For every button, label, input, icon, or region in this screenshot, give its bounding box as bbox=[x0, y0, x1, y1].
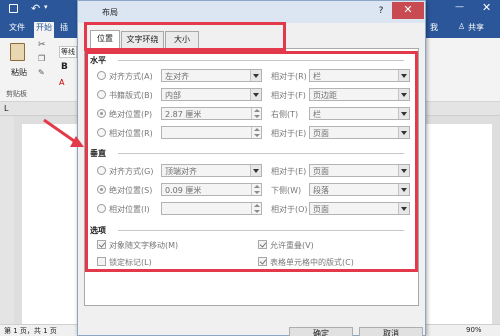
horizontal-separator bbox=[118, 60, 404, 61]
allow-overlap-label: 允许重叠(V) bbox=[270, 241, 314, 250]
v-absolute-radio[interactable] bbox=[97, 185, 106, 194]
chevron-down-icon bbox=[398, 165, 409, 176]
allow-overlap-checkbox[interactable] bbox=[258, 240, 267, 249]
v-relative-relative-dropdown[interactable]: 页面 bbox=[309, 202, 410, 215]
lock-anchor-checkbox[interactable] bbox=[97, 257, 106, 266]
h-book-radio[interactable] bbox=[97, 90, 106, 99]
cut-icon[interactable]: ✂ bbox=[38, 40, 46, 50]
ok-button[interactable]: 确定 bbox=[289, 327, 353, 336]
v-align-dropdown[interactable]: 顶端对齐 bbox=[161, 164, 262, 177]
horizontal-section-title: 水平 bbox=[90, 56, 106, 65]
lock-anchor-label: 锁定标记(L) bbox=[109, 258, 152, 267]
v-absolute-label: 绝对位置(S) bbox=[109, 186, 153, 195]
v-align-label: 对齐方式(G) bbox=[109, 167, 154, 176]
h-book-relative-label: 相对于(F) bbox=[271, 91, 306, 100]
v-relative-spinner[interactable] bbox=[161, 202, 262, 215]
h-absolute-label: 绝对位置(P) bbox=[109, 110, 153, 119]
page-count[interactable]: 第 1 页，共 1 页 bbox=[4, 326, 57, 336]
v-align-relative-label: 相对于(E) bbox=[271, 167, 307, 176]
h-relative-label: 相对位置(R) bbox=[109, 129, 153, 138]
h-align-label: 对齐方式(A) bbox=[109, 72, 153, 81]
h-align-relative-label: 相对于(R) bbox=[271, 72, 307, 81]
chevron-down-icon bbox=[398, 89, 409, 100]
tab-tellme-partial[interactable]: 我 bbox=[430, 22, 438, 33]
spinner-arrows-icon[interactable] bbox=[251, 127, 261, 138]
tab-size[interactable]: 大小 bbox=[165, 31, 199, 48]
cancel-button[interactable]: 取消 bbox=[359, 327, 423, 336]
clipboard-group-label: 剪贴板 bbox=[6, 90, 27, 98]
tab-text-wrapping[interactable]: 文字环绕 bbox=[121, 31, 164, 48]
spinner-arrows-icon[interactable] bbox=[251, 184, 261, 195]
undo-dropdown-icon[interactable]: ▾ bbox=[44, 3, 48, 11]
v-relative-relative-label: 相对于(O) bbox=[271, 205, 308, 214]
spinner-arrows-icon[interactable] bbox=[251, 108, 261, 119]
chevron-down-icon bbox=[398, 108, 409, 119]
zoom-level[interactable]: 90% bbox=[466, 326, 482, 334]
paste-button-label[interactable]: 粘贴 bbox=[11, 67, 27, 78]
bold-icon[interactable]: B bbox=[61, 62, 68, 72]
options-separator bbox=[118, 230, 404, 231]
tab-insert-partial[interactable]: 插 bbox=[60, 22, 68, 33]
vertical-separator bbox=[118, 153, 404, 154]
format-painter-icon[interactable]: ✎ bbox=[38, 68, 45, 77]
v-relative-label: 相对位置(I) bbox=[109, 205, 150, 214]
chevron-down-icon bbox=[250, 89, 261, 100]
move-with-text-label: 对象随文字移动(M) bbox=[109, 241, 179, 250]
v-relative-radio[interactable] bbox=[97, 204, 106, 213]
h-absolute-spinner[interactable]: 2.87 厘米 bbox=[161, 107, 262, 120]
h-relative-radio[interactable] bbox=[97, 128, 106, 137]
h-align-radio[interactable] bbox=[97, 71, 106, 80]
v-align-relative-dropdown[interactable]: 页面 bbox=[309, 164, 410, 177]
font-color-icon[interactable]: A bbox=[59, 78, 64, 87]
h-book-label: 书籍版式(B) bbox=[109, 91, 153, 100]
chevron-down-icon bbox=[398, 70, 409, 81]
h-absolute-relative-dropdown[interactable]: 栏 bbox=[309, 107, 410, 120]
save-icon[interactable] bbox=[9, 4, 18, 13]
tab-home[interactable]: 开始 bbox=[34, 22, 54, 38]
chevron-down-icon bbox=[398, 184, 409, 195]
layout-in-table-cell-checkbox[interactable] bbox=[258, 257, 267, 266]
v-absolute-relative-dropdown[interactable]: 段落 bbox=[309, 183, 410, 196]
h-align-relative-dropdown[interactable]: 栏 bbox=[309, 69, 410, 82]
share-icon[interactable]: ♙ bbox=[458, 22, 465, 31]
chevron-down-icon bbox=[250, 165, 261, 176]
close-button[interactable]: ✕ bbox=[392, 2, 424, 19]
help-button[interactable]: ? bbox=[371, 3, 391, 19]
h-book-relative-dropdown[interactable]: 页边距 bbox=[309, 88, 410, 101]
minimize-icon[interactable]: — bbox=[455, 2, 464, 12]
h-absolute-relative-label: 右侧(T) bbox=[271, 110, 299, 119]
tab-file[interactable]: 文件 bbox=[9, 22, 25, 33]
spinner-arrows-icon[interactable] bbox=[251, 203, 261, 214]
chevron-down-icon bbox=[250, 70, 261, 81]
vertical-section-title: 垂直 bbox=[90, 149, 106, 158]
h-relative-relative-dropdown[interactable]: 页面 bbox=[309, 126, 410, 139]
font-name-box[interactable]: 等线 bbox=[59, 46, 77, 58]
layout-in-table-cell-label: 表格单元格中的版式(C) bbox=[270, 258, 354, 267]
tab-stop-icon[interactable]: L bbox=[4, 104, 8, 113]
tab-position[interactable]: 位置 bbox=[90, 30, 120, 49]
chevron-down-icon bbox=[398, 127, 409, 138]
copy-icon[interactable]: ❐ bbox=[38, 54, 45, 63]
h-relative-relative-label: 相对于(E) bbox=[271, 129, 307, 138]
h-align-dropdown[interactable]: 左对齐 bbox=[161, 69, 262, 82]
share-button[interactable]: 共享 bbox=[468, 22, 484, 33]
layout-dialog: 布局 ? ✕ 位置 文字环绕 大小 水平 对齐方式(A) 左对齐 相对于(R) … bbox=[77, 0, 426, 336]
v-absolute-relative-label: 下侧(W) bbox=[271, 186, 302, 195]
v-align-radio[interactable] bbox=[97, 166, 106, 175]
dialog-title: 布局 bbox=[102, 8, 118, 17]
undo-icon[interactable]: ↶ bbox=[31, 2, 40, 15]
h-absolute-radio[interactable] bbox=[97, 109, 106, 118]
dialog-titlebar: 布局 ? ✕ bbox=[78, 1, 425, 23]
v-absolute-spinner[interactable]: 0.09 厘米 bbox=[161, 183, 262, 196]
chevron-down-icon bbox=[398, 203, 409, 214]
vertical-ruler bbox=[0, 116, 14, 324]
paste-icon[interactable] bbox=[10, 43, 25, 61]
window-close-icon[interactable]: ✕ bbox=[482, 1, 491, 14]
move-with-text-checkbox[interactable] bbox=[97, 240, 106, 249]
options-section-title: 选项 bbox=[90, 226, 106, 235]
h-relative-spinner[interactable] bbox=[161, 126, 262, 139]
h-book-dropdown[interactable]: 内部 bbox=[161, 88, 262, 101]
